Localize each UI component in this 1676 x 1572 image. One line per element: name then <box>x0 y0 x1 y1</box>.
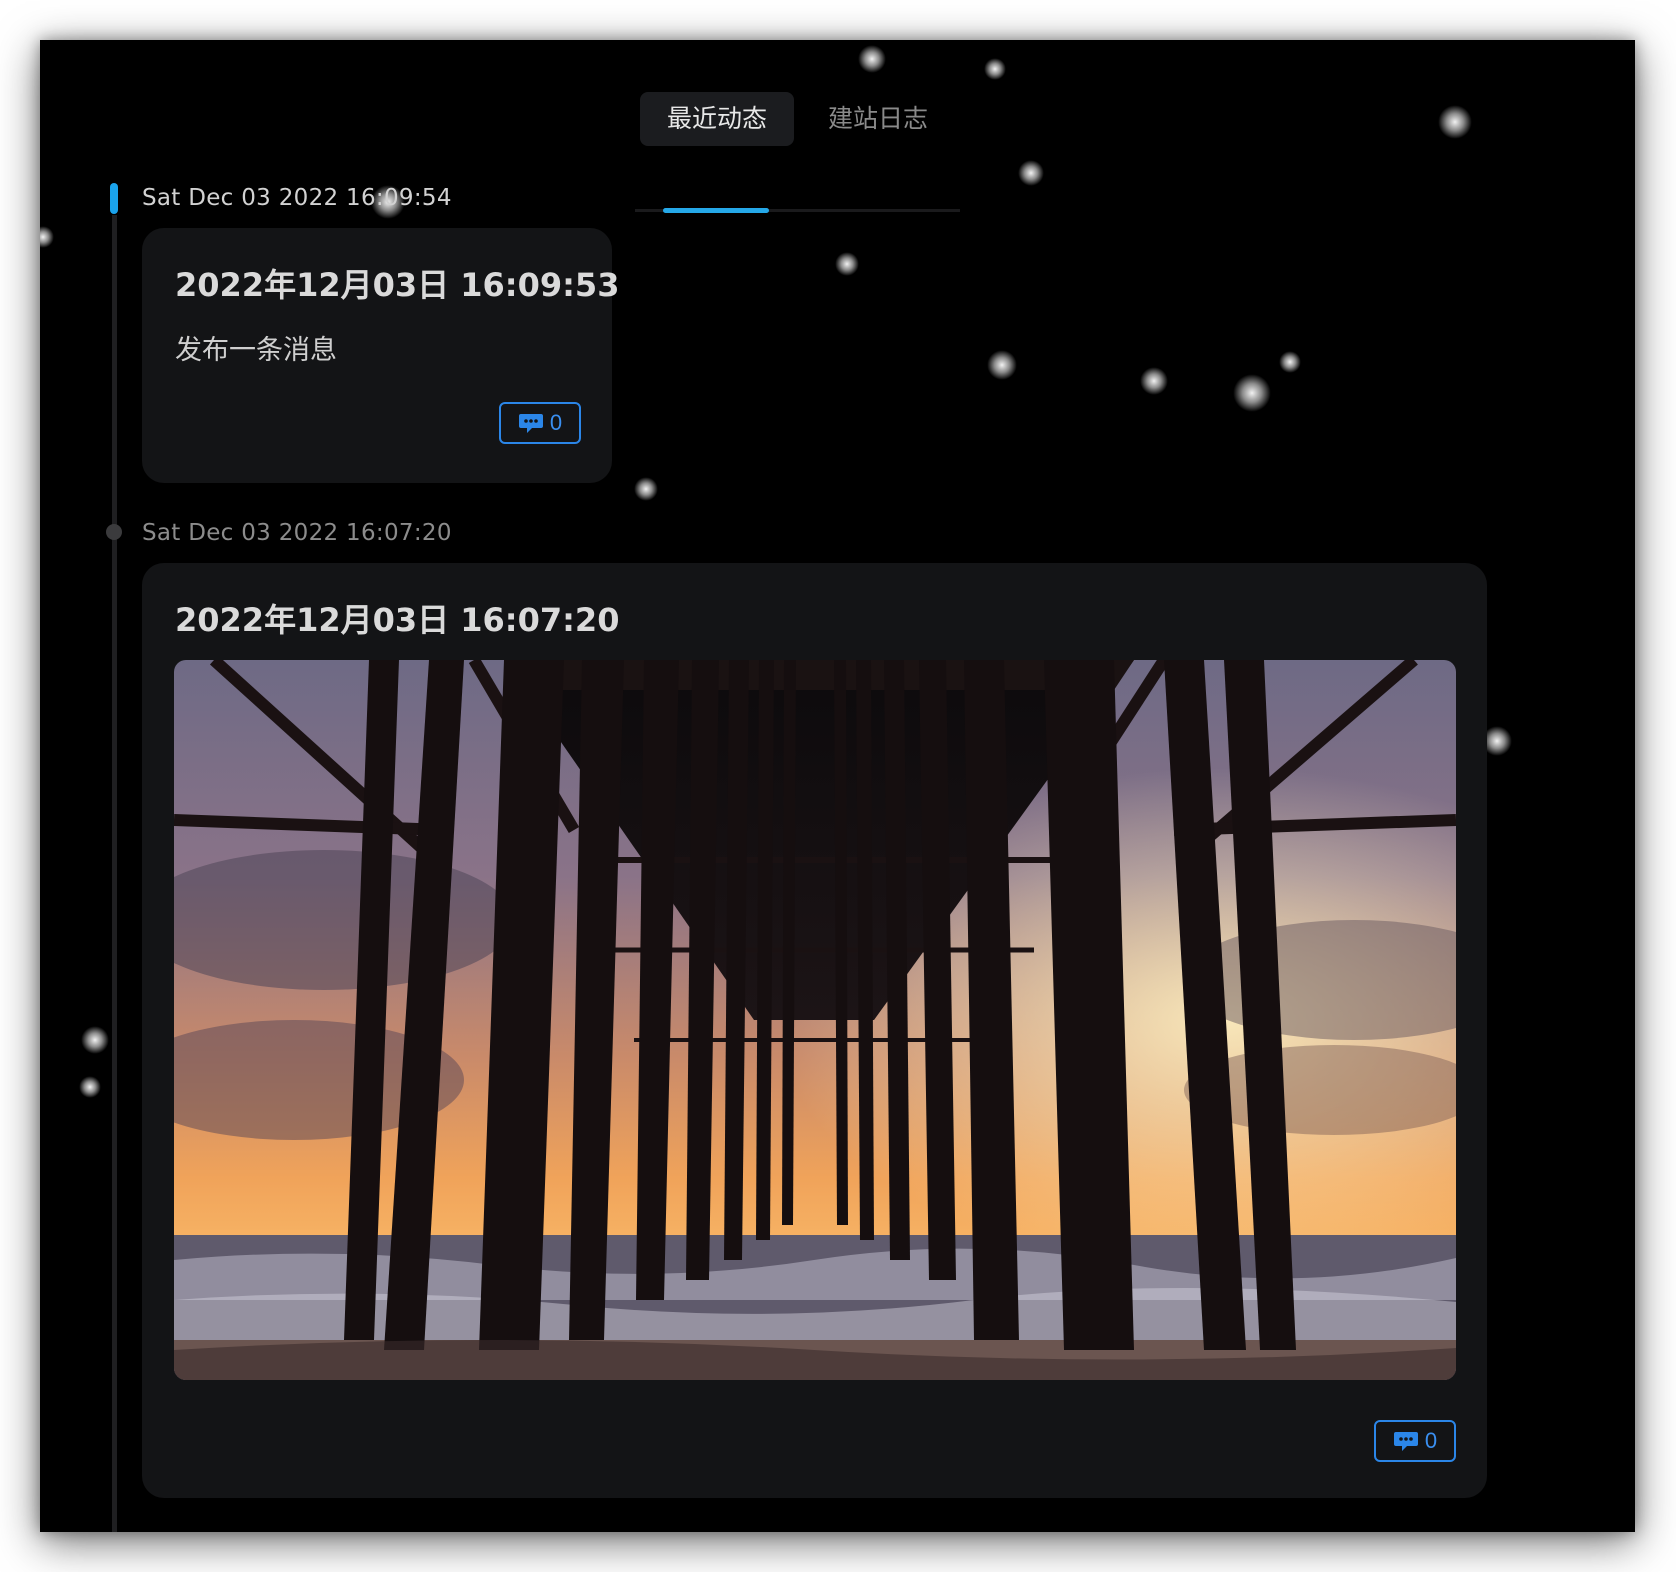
post-title: 2022年12月03日 16:09:53 <box>175 266 620 304</box>
particle <box>81 1026 109 1054</box>
post-image[interactable] <box>174 660 1456 1380</box>
comment-button[interactable]: 0 <box>499 402 581 444</box>
timeline-line <box>112 215 117 1532</box>
comment-count: 0 <box>1424 1428 1438 1453</box>
tab-site-log[interactable]: 建站日志 <box>803 92 953 146</box>
post-card: 2022年12月03日 16:07:20 0 <box>142 563 1487 1498</box>
post-text: 发布一条消息 <box>175 335 337 366</box>
tab-bar: 最近动态 建站日志 <box>635 92 960 213</box>
app-window: 最近动态 建站日志 Sat Dec 03 2022 16:09:54 2022年… <box>40 40 1635 1532</box>
timeline-marker-active <box>110 183 118 214</box>
particle <box>984 58 1006 80</box>
timeline-timestamp: Sat Dec 03 2022 16:09:54 <box>142 185 452 211</box>
particle <box>634 477 658 501</box>
post-title: 2022年12月03日 16:07:20 <box>175 601 620 639</box>
particle <box>835 252 859 276</box>
particle <box>1140 367 1168 395</box>
particle <box>1233 374 1271 412</box>
particle <box>1438 105 1472 139</box>
pier-sunset-photo <box>174 660 1456 1380</box>
active-tab-indicator <box>663 208 769 213</box>
particle <box>987 350 1017 380</box>
timeline-timestamp: Sat Dec 03 2022 16:07:20 <box>142 520 452 546</box>
comment-count: 0 <box>549 410 563 435</box>
chat-bubble-icon <box>1393 1432 1418 1451</box>
chat-bubble-icon <box>518 414 543 433</box>
particle <box>858 45 886 73</box>
timeline-marker <box>106 524 122 540</box>
particle <box>1018 160 1044 186</box>
particle <box>79 1076 101 1098</box>
particle <box>40 226 54 248</box>
post-card: 2022年12月03日 16:09:53 发布一条消息 0 <box>142 228 619 483</box>
particle <box>1279 351 1301 373</box>
tab-recent-activity[interactable]: 最近动态 <box>640 92 794 146</box>
comment-button[interactable]: 0 <box>1374 1420 1456 1462</box>
